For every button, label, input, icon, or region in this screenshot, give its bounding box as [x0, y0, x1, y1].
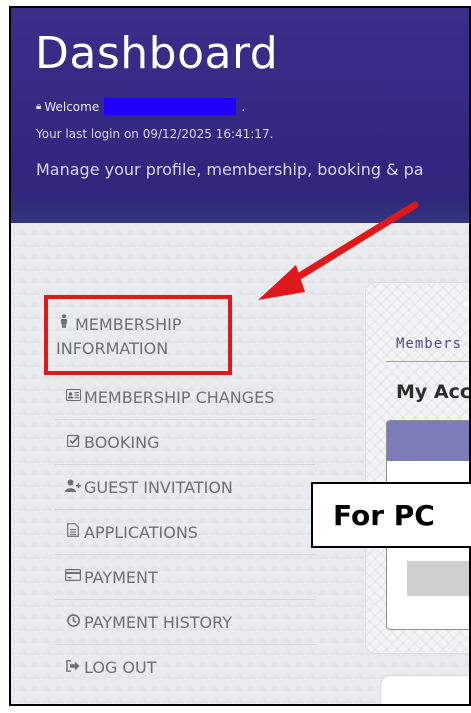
annotation-arrow: [258, 201, 419, 300]
for-pc-label: For PC: [311, 482, 471, 548]
